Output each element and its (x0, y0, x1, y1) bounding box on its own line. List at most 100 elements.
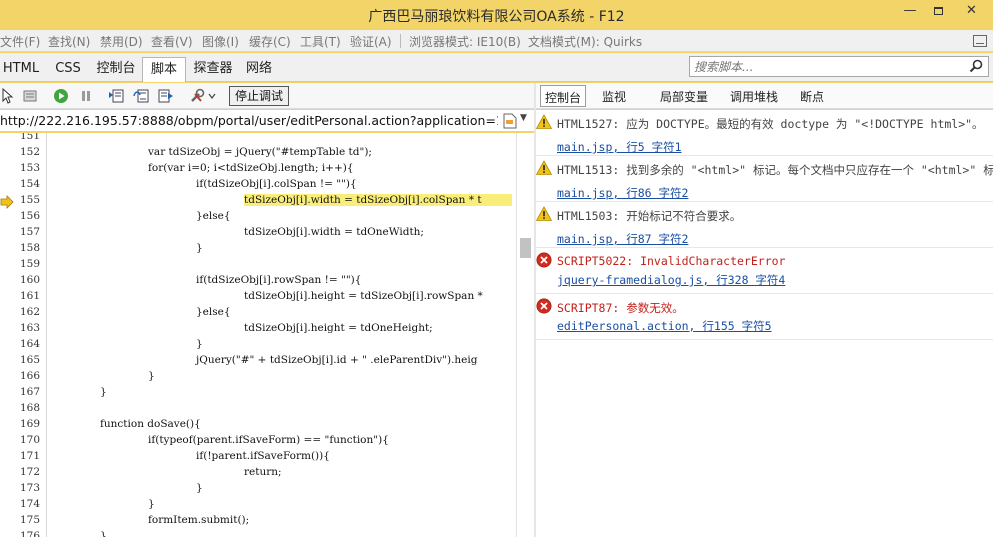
line-number[interactable]: 166 (10, 370, 40, 382)
stop-debugging-button[interactable]: 停止调试 (229, 86, 290, 106)
line-number[interactable]: 173 (10, 482, 40, 494)
line-number[interactable]: 169 (10, 418, 40, 430)
step-into-icon[interactable] (108, 88, 124, 104)
code-line[interactable]: 167} (0, 386, 516, 402)
line-number[interactable]: 175 (10, 514, 40, 526)
menu-tools[interactable]: 工具(T) (300, 33, 341, 50)
code-line[interactable]: 160 if(tdSizeObj[i].rowSpan != ""){ (0, 274, 516, 290)
scrollbar-thumb[interactable] (520, 238, 531, 258)
code-line[interactable]: 166} (0, 370, 516, 386)
select-element-icon[interactable] (0, 88, 16, 104)
code-line[interactable]: 157 tdSizeObj[i].width = tdOneWidth; (0, 226, 516, 242)
menu-find[interactable]: 查找(N) (48, 33, 90, 50)
menu-validate[interactable]: 验证(A) (350, 33, 392, 50)
code-scrollbar[interactable] (516, 133, 534, 537)
tab-html[interactable]: HTML (0, 57, 42, 82)
tab-console-pane[interactable]: 控制台 (540, 85, 587, 107)
code-editor[interactable]: 151 152 var tdSizeObj = jQuery("#tempTable… (0, 133, 516, 537)
code-line[interactable]: 172 return; (0, 466, 516, 482)
script-source-url[interactable]: http://222.216.195.57:8888/obpm/portal/u… (0, 113, 498, 128)
code-line[interactable]: 164} (0, 338, 516, 354)
code-line[interactable]: 161 tdSizeObj[i].height = tdSizeObj[i].ro… (0, 290, 516, 306)
document-icon[interactable] (503, 113, 517, 129)
tab-profiler[interactable]: 探查器 (190, 57, 236, 82)
menu-disable[interactable]: 禁用(D) (100, 33, 143, 50)
source-location-link[interactable]: main.jsp, 行5 字符1 (557, 139, 682, 155)
line-number[interactable]: 170 (10, 434, 40, 446)
line-number[interactable]: 164 (10, 338, 40, 350)
line-number[interactable]: 157 (10, 226, 40, 238)
menu-cache[interactable]: 缓存(C) (249, 33, 291, 50)
line-number[interactable]: 171 (10, 450, 40, 462)
code-line[interactable]: 162}else{ (0, 306, 516, 322)
tab-call-stack[interactable]: 调用堆栈 (730, 88, 778, 105)
script-source-bar[interactable]: http://222.216.195.57:8888/obpm/portal/u… (0, 110, 536, 132)
search-icon[interactable] (969, 59, 983, 73)
code-line[interactable]: 173} (0, 482, 516, 498)
code-line[interactable]: 154 if(tdSizeObj[i].colSpan != ""){ (0, 178, 516, 194)
line-number[interactable]: 152 (10, 146, 40, 158)
line-number[interactable]: 155 (10, 194, 40, 206)
pause-icon[interactable] (78, 88, 94, 104)
source-location-link[interactable]: main.jsp, 行86 字符2 (557, 185, 688, 201)
menu-images[interactable]: 图像(I) (202, 33, 239, 50)
line-number[interactable]: 165 (10, 354, 40, 366)
code-line[interactable]: 168 (0, 402, 516, 418)
code-line[interactable]: 170 if(typeof(parent.ifSaveForm) == "func… (0, 434, 516, 450)
line-number[interactable]: 176 (10, 530, 40, 537)
line-number[interactable]: 151 (10, 133, 40, 142)
line-number[interactable]: 162 (10, 306, 40, 318)
line-number[interactable]: 174 (10, 498, 40, 510)
source-location-link[interactable]: jquery-framedialog.js, 行328 字符4 (557, 272, 785, 288)
close-button[interactable]: ✕ (950, 0, 993, 22)
console-message-text: HTML1503: 开始标记不符合要求。 (557, 209, 742, 223)
menu-document-mode[interactable]: 文档模式(M): Quirks (528, 33, 642, 50)
script-search-box[interactable] (689, 56, 989, 77)
line-number[interactable]: 156 (10, 210, 40, 222)
tab-locals[interactable]: 局部变量 (660, 88, 708, 105)
line-number[interactable]: 172 (10, 466, 40, 478)
code-line[interactable]: 153 for(var i=0; i<tdSizeObj.length; i++)… (0, 162, 516, 178)
line-number[interactable]: 154 (10, 178, 40, 190)
menu-browser-mode[interactable]: 浏览器模式: IE10(B) (409, 33, 521, 50)
tab-watch[interactable]: 监视 (602, 88, 626, 105)
menu-file[interactable]: 文件(F) (0, 33, 40, 50)
code-line[interactable]: 152 var tdSizeObj = jQuery("#tempTable td… (0, 146, 516, 162)
chevron-down-icon[interactable]: ▼ (520, 113, 527, 123)
code-line[interactable]: 169 function doSave(){ (0, 418, 516, 434)
line-number[interactable]: 158 (10, 242, 40, 254)
code-line[interactable]: 174} (0, 498, 516, 514)
code-line[interactable]: 175 formItem.submit(); (0, 514, 516, 530)
line-number[interactable]: 163 (10, 322, 40, 334)
menu-view[interactable]: 查看(V) (151, 33, 193, 50)
code-line-current[interactable]: 155 tdSizeObj[i].width = tdSizeObj[i].col… (0, 194, 516, 210)
search-input[interactable] (690, 57, 960, 76)
code-line[interactable]: 159 (0, 258, 516, 274)
tab-console[interactable]: 控制台 (92, 57, 140, 82)
tab-script[interactable]: 脚本 (142, 57, 186, 82)
code-line[interactable]: 158} (0, 242, 516, 258)
code-line[interactable]: 151 (0, 133, 516, 146)
line-number[interactable]: 167 (10, 386, 40, 398)
tab-network[interactable]: 网络 (240, 57, 278, 82)
tab-breakpoints[interactable]: 断点 (800, 88, 824, 105)
code-line[interactable]: 171 if(!parent.ifSaveForm()){ (0, 450, 516, 466)
line-number[interactable]: 160 (10, 274, 40, 286)
line-number[interactable]: 159 (10, 258, 40, 270)
source-location-link[interactable]: editPersonal.action, 行155 字符5 (557, 318, 772, 334)
step-out-icon[interactable] (158, 88, 174, 104)
tab-css[interactable]: CSS (50, 57, 86, 82)
debug-tools-icon[interactable] (190, 88, 216, 104)
restore-panel-icon[interactable] (973, 35, 987, 47)
continue-icon[interactable] (53, 88, 69, 104)
code-line[interactable]: 165 jQuery("#" + tdSizeObj[i].id + " .ele… (0, 354, 516, 370)
code-line[interactable]: 163 tdSizeObj[i].height = tdOneHeight; (0, 322, 516, 338)
step-over-icon[interactable] (133, 88, 149, 104)
line-number[interactable]: 168 (10, 402, 40, 414)
code-line[interactable]: 156}else{ (0, 210, 516, 226)
break-on-error-icon[interactable] (22, 88, 38, 104)
line-number[interactable]: 153 (10, 162, 40, 174)
source-location-link[interactable]: main.jsp, 行87 字符2 (557, 231, 688, 247)
code-line[interactable]: 176} (0, 530, 516, 537)
line-number[interactable]: 161 (10, 290, 40, 302)
